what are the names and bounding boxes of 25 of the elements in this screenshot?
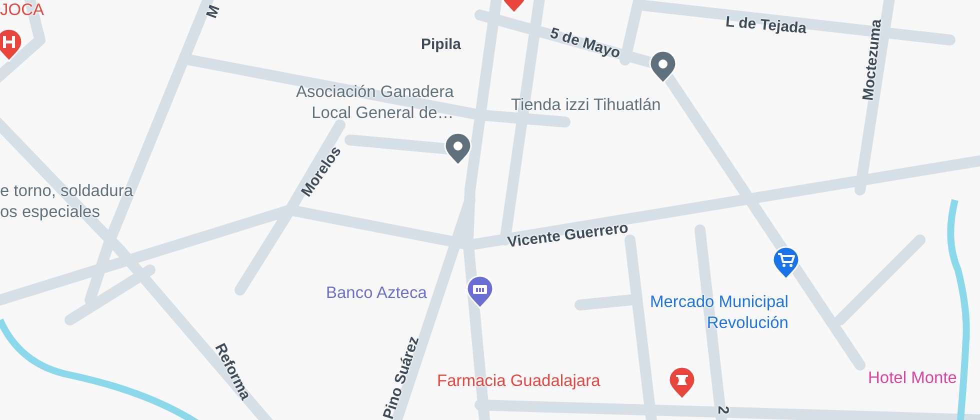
place-label[interactable]: JOCA (0, 0, 44, 21)
dot-icon (658, 60, 668, 68)
street-label: Pino Suárez (378, 334, 424, 420)
bank-icon (473, 285, 487, 294)
place-label[interactable]: Revolución (650, 313, 788, 334)
place-label[interactable]: Hotel Monte (868, 368, 957, 389)
place-label[interactable]: Asociación Ganadera (296, 82, 454, 103)
street-label: L de Tejada (724, 12, 808, 40)
place-label[interactable]: Farmacia Guadalajara (437, 371, 600, 392)
street-label: Moctezuma (858, 18, 886, 102)
place-label[interactable]: Mercado Municipal (650, 292, 788, 313)
mortar-icon (676, 375, 688, 385)
hospital-icon (3, 36, 15, 48)
place-label[interactable]: Local General de… (296, 103, 454, 124)
place-label[interactable]: Banco Azteca (326, 283, 427, 304)
place-label[interactable]: Tienda izzi Tihuatlán (511, 95, 661, 116)
place-label[interactable]: os especiales (0, 202, 134, 223)
place-label[interactable]: e torno, soldadura (0, 181, 134, 202)
street-label: Vicente Guerrero (506, 218, 630, 254)
dot-icon (454, 142, 462, 150)
street-label: Pipila (421, 34, 461, 55)
cart-icon (778, 253, 795, 267)
street-label: 5 de Mayo (547, 24, 623, 64)
street-label: 2 (713, 406, 732, 414)
street-label: M (202, 2, 224, 22)
